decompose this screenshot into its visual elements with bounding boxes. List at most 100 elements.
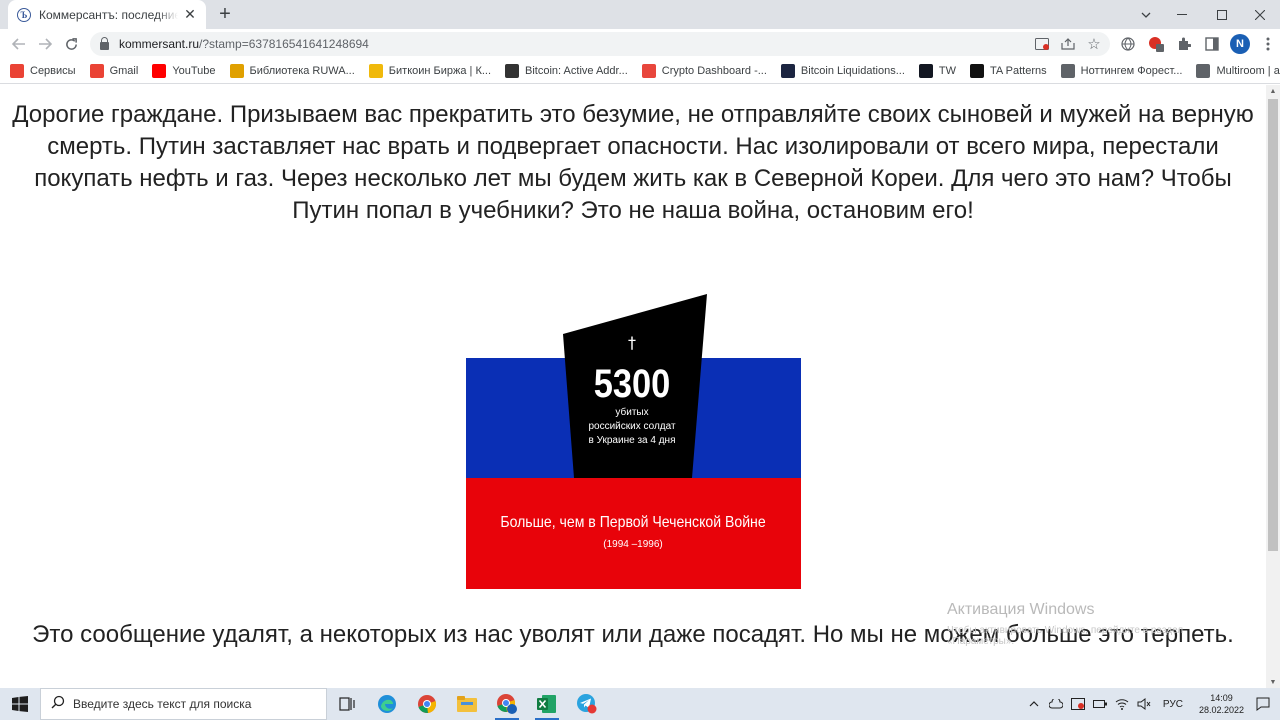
close-window-button[interactable]	[1240, 0, 1280, 29]
tab-close-icon[interactable]: ✕	[182, 6, 198, 23]
apps-grid-icon	[10, 64, 24, 78]
casualty-number: 5300	[594, 361, 671, 406]
casualties-infographic: † 5300 убитых российских солдат в Украин…	[466, 294, 801, 589]
chrome-profile-icon[interactable]	[487, 688, 527, 720]
clock-date: 28.02.2022	[1198, 705, 1244, 715]
forward-arrow-icon[interactable]	[34, 33, 56, 55]
bookmark-item[interactable]: Библиотека RUWA...	[229, 64, 355, 78]
lock-icon[interactable]	[100, 36, 109, 50]
search-placeholder: Введите здесь текст для поиска	[73, 697, 252, 711]
bookmark-item[interactable]: Ноттингем Форест...	[1060, 64, 1183, 78]
edge-browser-icon[interactable]	[367, 688, 407, 720]
side-panel-icon[interactable]	[1202, 34, 1222, 54]
bookmark-item[interactable]: TA Patterns	[969, 64, 1047, 78]
windows-taskbar: Введите здесь текст для поиска РУС 14:09…	[0, 688, 1280, 720]
browser-toolbar: kommersant.ru/?stamp=637816541641248694 …	[0, 29, 1280, 59]
bookmark-label: TW	[938, 65, 956, 77]
globe-icon	[1060, 64, 1075, 78]
bookmark-item[interactable]: Bitcoin: Active Addr...	[505, 64, 628, 78]
input-language[interactable]: РУС	[1163, 699, 1183, 710]
minimize-button[interactable]	[1162, 0, 1202, 29]
flag-red-stripe	[466, 478, 801, 589]
tab-search-chevron-icon[interactable]	[1126, 0, 1166, 29]
volume-muted-icon[interactable]	[1135, 688, 1153, 720]
windows-activation-watermark: Активация Windows Чтобы активировать Win…	[947, 601, 1247, 647]
extensions-puzzle-icon[interactable]	[1174, 34, 1194, 54]
notifications-icon[interactable]	[1254, 688, 1272, 720]
appeal-intro-text: Дорогие граждане. Призываем вас прекрати…	[12, 101, 1254, 224]
profile-avatar[interactable]: N	[1230, 34, 1250, 54]
extension-red-icon[interactable]	[1146, 34, 1166, 54]
battery-icon[interactable]	[1091, 688, 1109, 720]
scroll-down-arrow-icon[interactable]: ▼	[1266, 676, 1280, 688]
search-icon	[51, 695, 65, 714]
bookmark-item[interactable]: TW	[918, 64, 956, 78]
bookmark-label: Multiroom | аренда...	[1216, 65, 1280, 77]
weather-cloud-icon[interactable]	[1047, 688, 1065, 720]
bybt-icon	[780, 64, 795, 78]
system-clock[interactable]: 14:09 28.02.2022	[1199, 692, 1244, 716]
share-icon[interactable]	[1060, 36, 1076, 52]
scrollbar-thumb[interactable]	[1268, 99, 1278, 551]
tray-chevron-up-icon[interactable]	[1025, 688, 1043, 720]
menu-kebab-icon[interactable]	[1258, 34, 1278, 54]
task-view-icon[interactable]	[327, 688, 367, 720]
bookmark-item[interactable]: Crypto Dashboard -...	[641, 64, 767, 78]
comparison-years: (1994 –1996)	[603, 539, 663, 550]
bookmark-label: TA Patterns	[989, 65, 1047, 77]
back-arrow-icon[interactable]	[8, 33, 30, 55]
maximize-button[interactable]	[1202, 0, 1242, 29]
telegram-icon[interactable]	[567, 688, 607, 720]
vertical-scrollbar[interactable]: ▲ ▼	[1266, 85, 1280, 688]
caption-line-1: убитых	[615, 406, 648, 418]
bookmark-label: Библиотека RUWA...	[249, 65, 355, 77]
bookmark-label: Bitcoin Liquidations...	[800, 65, 905, 77]
bookmark-item[interactable]: Bitcoin Liquidations...	[780, 64, 905, 78]
chrome-icon[interactable]	[407, 688, 447, 720]
watermark-title: Активация Windows	[947, 601, 1095, 618]
glassnode-icon	[505, 64, 520, 78]
kommersant-favicon-icon: Ъ	[17, 7, 31, 22]
binance-icon	[368, 64, 383, 78]
extension-globe-icon[interactable]	[1118, 34, 1138, 54]
bookmark-item[interactable]: Gmail	[89, 64, 139, 78]
excel-icon[interactable]	[527, 688, 567, 720]
comparison-text: Больше, чем в Первой Чеченской Войне	[500, 513, 765, 531]
taskbar-search-box[interactable]: Введите здесь текст для поиска	[40, 688, 327, 720]
bookmark-star-icon[interactable]: ☆	[1086, 36, 1102, 53]
bookmark-item[interactable]: YouTube	[152, 64, 216, 78]
new-tab-button[interactable]: +	[216, 4, 234, 24]
reload-icon[interactable]	[60, 33, 82, 55]
bookmark-label: YouTube	[172, 65, 216, 77]
bookmark-item[interactable]: Биткоин Биржа | К...	[368, 64, 492, 78]
page-content: Дорогие граждане. Призываем вас прекрати…	[0, 85, 1266, 688]
tab-title: Коммерсантъ: последние новости	[39, 7, 178, 22]
file-explorer-icon[interactable]	[447, 688, 487, 720]
windows-start-button[interactable]	[0, 688, 40, 720]
watermark-subtitle: Чтобы активировать Windows, перейдите в …	[947, 625, 1184, 647]
ruwa-icon	[229, 64, 244, 78]
bookmark-item[interactable]: Сервисы	[10, 64, 76, 78]
blocked-popup-icon[interactable]	[1034, 36, 1050, 52]
browser-tab[interactable]: Ъ Коммерсантъ: последние новости ✕	[8, 0, 206, 29]
url-domain: kommersant.ru	[119, 37, 200, 51]
youtube-icon	[152, 64, 167, 78]
wifi-icon[interactable]	[1113, 688, 1131, 720]
scroll-up-arrow-icon[interactable]: ▲	[1266, 85, 1280, 97]
ta-patterns-icon	[969, 64, 984, 78]
address-bar[interactable]: kommersant.ru/?stamp=637816541641248694 …	[90, 32, 1110, 56]
bookmark-label: Ноттингем Форест...	[1080, 65, 1183, 77]
bookmark-label: Биткоин Биржа | К...	[388, 65, 492, 77]
bookmark-label: Crypto Dashboard -...	[661, 65, 767, 77]
clock-time: 14:09	[1210, 693, 1233, 703]
bookmarks-bar: Сервисы Gmail YouTube Библиотека RUWA... Бит…	[0, 59, 1280, 84]
bookmark-item[interactable]: Multiroom | аренда...	[1196, 64, 1280, 78]
bookmark-label: Bitcoin: Active Addr...	[525, 65, 628, 77]
bookmark-label: Gmail	[109, 65, 139, 77]
tray-app-red-icon[interactable]	[1069, 688, 1087, 720]
gmail-icon	[89, 64, 104, 78]
multiroom-icon	[1196, 64, 1211, 78]
tradingview-icon	[918, 64, 933, 78]
browser-tab-strip: Ъ Коммерсантъ: последние новости ✕ +	[0, 0, 1280, 29]
cross-icon: †	[628, 333, 636, 352]
